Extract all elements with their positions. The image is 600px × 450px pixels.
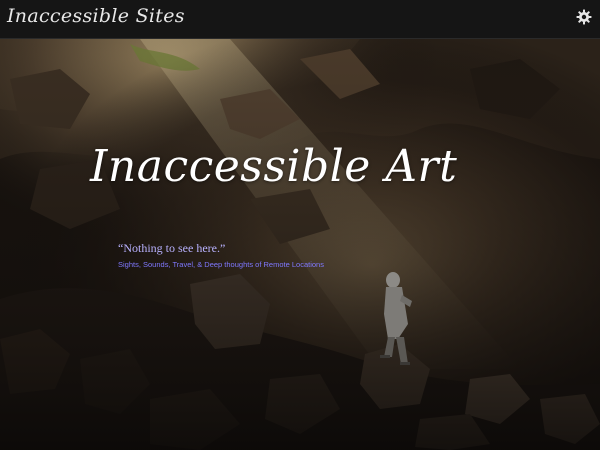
site-title[interactable]: Inaccessible Sites (7, 5, 185, 27)
page: Inaccessible Sites Inaccessible Art “Not… (0, 0, 600, 450)
hero-banner: Inaccessible Art “Nothing to see here.” … (0, 39, 600, 450)
hero-title: Inaccessible Art (90, 141, 458, 192)
top-navigation-bar: Inaccessible Sites (0, 0, 600, 39)
hero-subtitle: Sights, Sounds, Travel, & Deep thoughts … (118, 260, 324, 269)
cave-explorer-photo (0, 39, 600, 450)
hero-quote: “Nothing to see here.” (118, 241, 226, 255)
gear-icon[interactable] (576, 9, 592, 25)
